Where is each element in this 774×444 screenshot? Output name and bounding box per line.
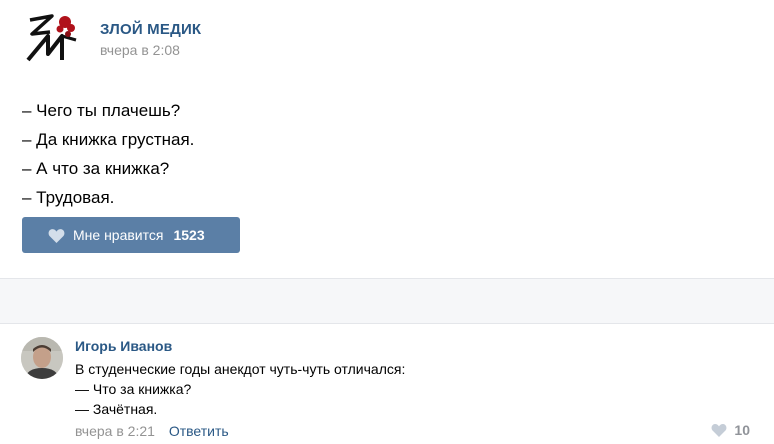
comment: Игорь Иванов В студенческие годы анекдот…	[0, 325, 774, 444]
like-button[interactable]: Мне нравится 1523	[22, 217, 240, 253]
heart-icon	[48, 228, 65, 243]
comment-line: В студенческие годы анекдот чуть-чуть от…	[75, 361, 406, 377]
logo-image	[26, 14, 77, 62]
comment-line: — Зачётная.	[75, 401, 158, 417]
post-author[interactable]: ЗЛОЙ МЕДИК	[100, 21, 201, 38]
comment-like-count: 10	[734, 422, 750, 438]
like-count: 1523	[173, 227, 205, 243]
heart-icon	[711, 423, 727, 437]
comment-like-button[interactable]: 10	[711, 422, 750, 438]
reply-link[interactable]: Ответить	[169, 423, 229, 439]
comment-line: — Что за книжка?	[75, 381, 192, 397]
post-line: – Чего ты плачешь?	[22, 101, 181, 120]
post-timestamp[interactable]: вчера в 2:08	[100, 42, 180, 58]
section-divider	[0, 278, 774, 324]
post-line: – Да книжка грустная.	[22, 130, 195, 149]
community-logo[interactable]	[22, 10, 80, 68]
comment-text: В студенческие годы анекдот чуть-чуть от…	[75, 359, 405, 419]
avatar-image	[21, 337, 63, 379]
post-text: – Чего ты плачешь? – Да книжка грустная.…	[22, 96, 194, 212]
post: ЗЛОЙ МЕДИК вчера в 2:08 – Чего ты плачеш…	[0, 0, 774, 278]
comment-author[interactable]: Игорь Иванов	[75, 338, 172, 354]
post-line: – Трудовая.	[22, 188, 115, 207]
like-label: Мне нравится	[73, 227, 164, 243]
avatar[interactable]	[21, 337, 63, 379]
comment-footer: вчера в 2:21 Ответить	[75, 423, 229, 439]
comment-timestamp[interactable]: вчера в 2:21	[75, 423, 155, 439]
post-line: – А что за книжка?	[22, 159, 170, 178]
